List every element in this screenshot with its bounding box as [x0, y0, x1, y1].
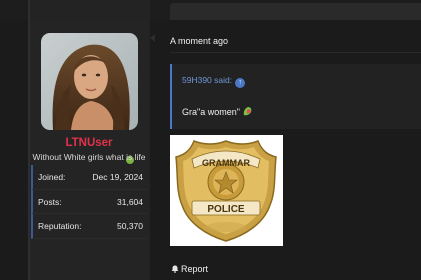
user-title: Without White girls what is life — [32, 152, 146, 162]
avatar[interactable] — [41, 33, 138, 130]
post-header-divider — [170, 52, 421, 53]
quote-body: Gra"a women" — [182, 107, 240, 117]
up-arrow-icon[interactable]: ↑ — [235, 78, 246, 88]
stat-joined: Joined: Dec 19, 2024 — [31, 165, 147, 190]
previous-post-strip — [0, 0, 421, 20]
quote-block: 59H390 said: ↑ Gra"a women" — [170, 64, 421, 129]
user-stats: Joined: Dec 19, 2024 Posts: 31,604 Reput… — [31, 165, 147, 239]
bell-icon — [171, 265, 179, 273]
post-timestamp[interactable]: A moment ago — [170, 36, 228, 46]
previous-post-user-col — [28, 0, 150, 20]
stat-value: Dec 19, 2024 — [92, 172, 143, 182]
stat-value: 50,370 — [117, 221, 143, 231]
report-button[interactable]: Report — [171, 264, 208, 274]
emoji-icon — [243, 107, 252, 116]
grammar-police-badge-image[interactable]: GRAMMAR POLICE — [170, 135, 283, 246]
quote-text: Gra"a women" — [182, 106, 253, 117]
report-label[interactable]: Report — [181, 264, 208, 274]
badge-bottom-text: POLICE — [207, 204, 245, 215]
avatar-container[interactable] — [41, 33, 138, 166]
quote-author[interactable]: 59H390 said: — [182, 75, 232, 85]
stat-value[interactable]: 31,604 — [117, 197, 143, 207]
stat-label: Reputation: — [38, 221, 82, 231]
quote-header[interactable]: 59H390 said: ↑ — [182, 75, 246, 88]
stat-label: Joined: — [38, 172, 66, 182]
username[interactable]: LTNUser — [28, 137, 150, 149]
badge-top-text: GRAMMAR — [202, 158, 250, 168]
stat-label: Posts: — [38, 196, 62, 207]
stat-posts: Posts: 31,604 — [31, 189, 147, 214]
previous-post-bar — [170, 3, 421, 20]
stat-reputation: Reputation: 50,370 — [31, 214, 147, 239]
